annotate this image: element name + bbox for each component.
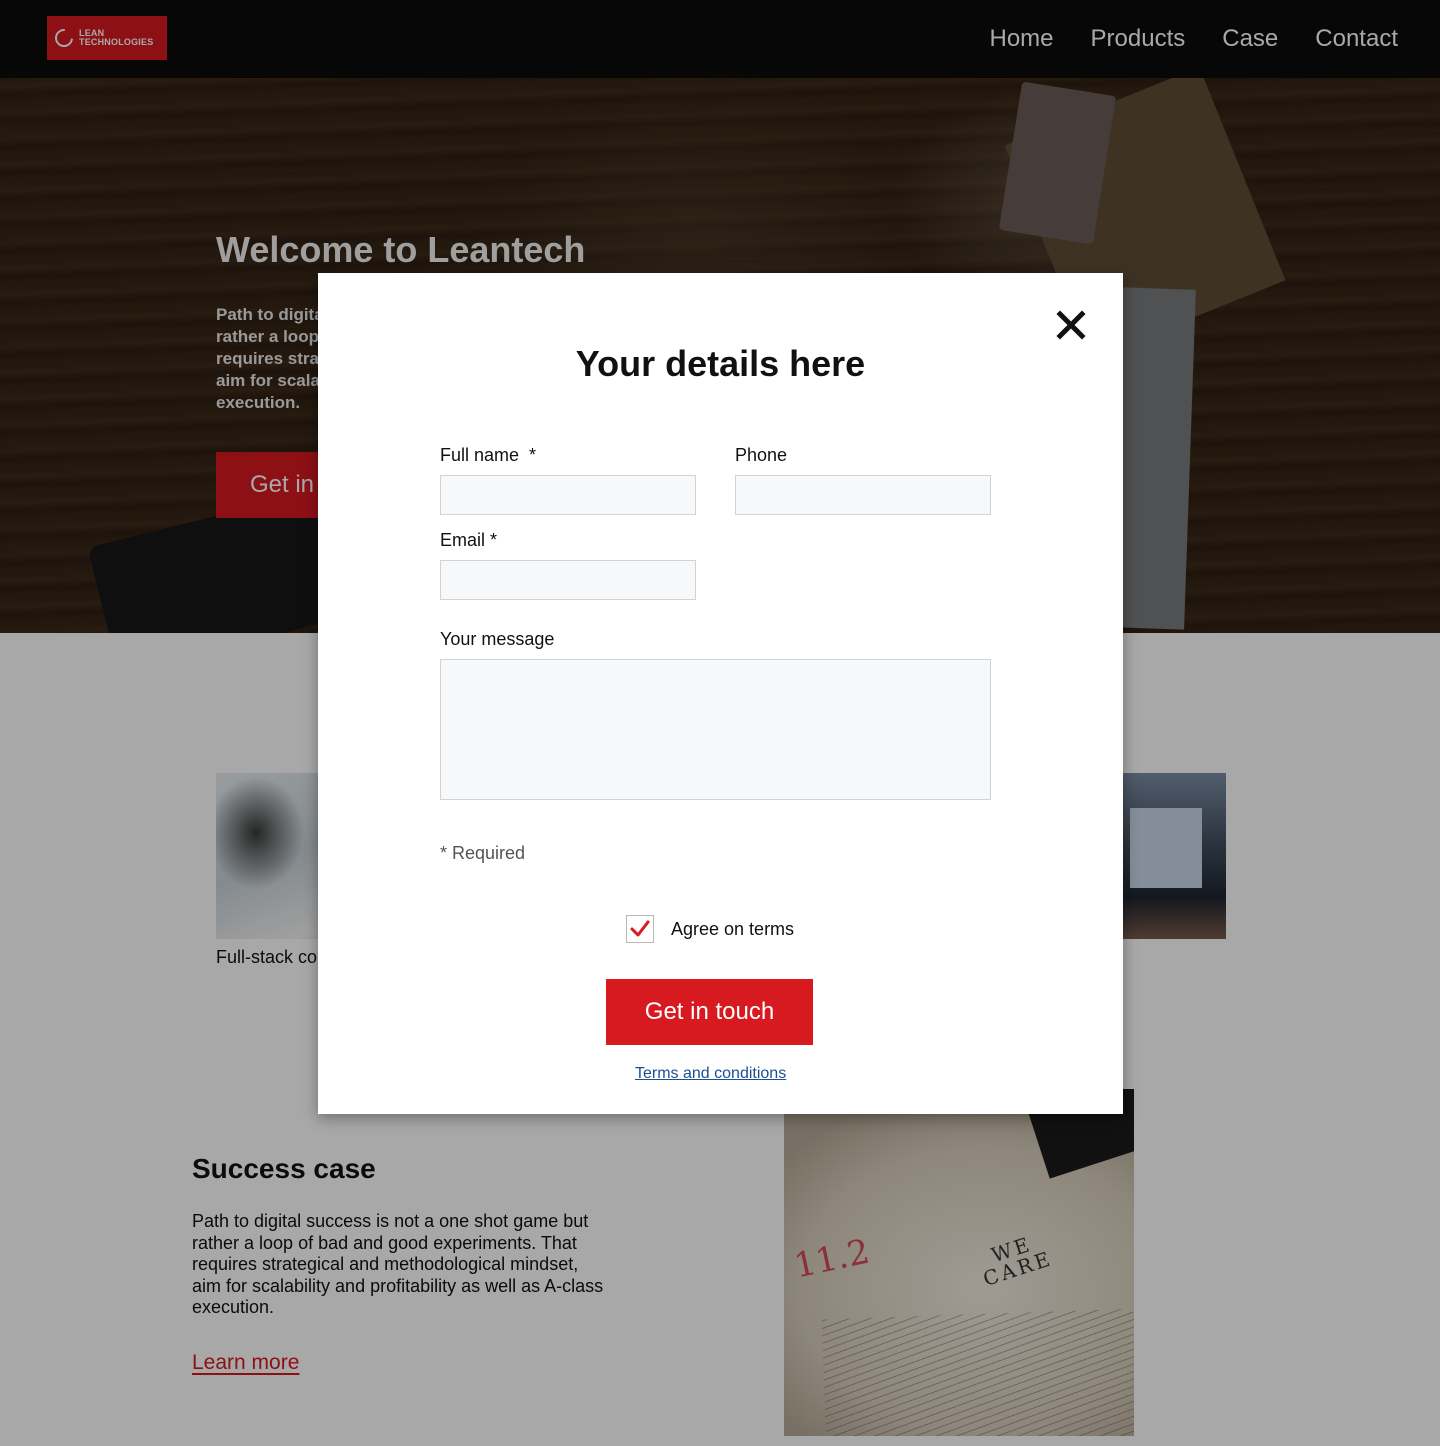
nav-link-home[interactable]: Home [990,24,1054,54]
agree-terms-checkbox[interactable] [626,915,654,943]
terms-and-conditions-link[interactable]: Terms and conditions [635,1065,786,1083]
logo-line-2: TECHNOLOGIES [79,37,154,47]
nav-link-case[interactable]: Case [1222,24,1278,54]
contact-modal: Your details here Full name * Phone Emai… [318,273,1123,1114]
full-name-label: Full name * [440,445,537,465]
nav-links: Home Products Case Contact [990,24,1399,54]
logo-ring-icon [51,25,77,51]
email-input[interactable] [440,560,696,600]
modal-close-button[interactable] [1051,305,1091,345]
modal-title: Your details here [575,343,866,384]
phone-label: Phone [735,445,788,465]
message-label: Your message [440,629,555,649]
nav-link-contact[interactable]: Contact [1315,24,1398,54]
agree-terms-label: Agree on terms [671,918,795,939]
message-textarea[interactable] [440,659,991,800]
required-note: * Required [440,843,526,863]
phone-input[interactable] [735,475,991,515]
top-navigation: LEAN TECHNOLOGIES Home Products Case Con… [0,0,1440,78]
close-icon [1056,310,1086,340]
nav-link-products[interactable]: Products [1091,24,1186,54]
agree-terms-row: Agree on terms [626,915,794,943]
get-in-touch-submit-button[interactable]: Get in touch [606,979,813,1045]
brand-logo[interactable]: LEAN TECHNOLOGIES [47,16,167,60]
checkmark-icon [630,920,650,937]
logo-text: LEAN TECHNOLOGIES [79,29,153,47]
email-label: Email * [440,530,498,550]
full-name-input[interactable] [440,475,696,515]
